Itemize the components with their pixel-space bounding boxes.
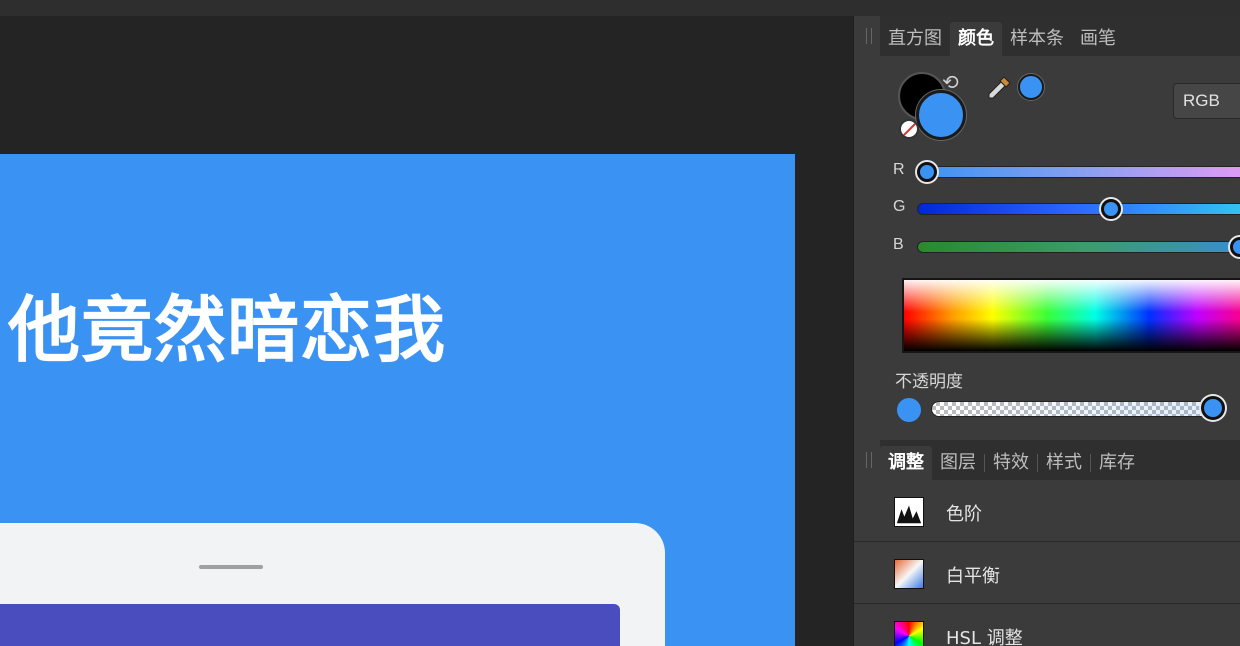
color-panel-tabbar: 直方图 颜色 样本条 画笔 xyxy=(880,16,1240,56)
adjustment-label: 色阶 xyxy=(946,504,982,525)
color-mode-select[interactable]: RGB xyxy=(1173,83,1240,119)
picked-color-swatch[interactable] xyxy=(1018,74,1044,100)
opacity-slider-track[interactable] xyxy=(931,401,1215,417)
title-strip xyxy=(0,0,1240,16)
green-slider-track[interactable] xyxy=(917,203,1240,215)
tab-adjustments[interactable]: 调整 xyxy=(880,446,932,480)
color-panel: ⟲ RGB R G B 不透明度 xyxy=(854,56,1240,440)
tab-styles[interactable]: 样式 xyxy=(1038,446,1090,480)
tab-layers[interactable]: 图层 xyxy=(932,446,984,480)
eyedropper-icon[interactable] xyxy=(984,73,1014,103)
artboard[interactable]: 他竟然暗恋我 xyxy=(0,154,795,646)
color-spectrum[interactable] xyxy=(902,278,1240,353)
red-slider-thumb[interactable] xyxy=(917,162,938,182)
canvas-area[interactable]: 他竟然暗恋我 xyxy=(0,16,853,646)
adjustments-panel: 调整 图层 特效 样式 库存 色阶 白平衡 HSL 调整 xyxy=(854,440,1240,646)
tab-histogram[interactable]: 直方图 xyxy=(880,22,950,56)
green-slider-row: G xyxy=(854,196,1240,222)
tab-stock[interactable]: 库存 xyxy=(1091,446,1143,480)
phone-card[interactable] xyxy=(0,523,665,646)
tab-brushes[interactable]: 画笔 xyxy=(1072,22,1124,56)
adjustment-label: 白平衡 xyxy=(946,566,1000,587)
headline-text[interactable]: 他竟然暗恋我 xyxy=(8,294,446,366)
red-slider-row: R xyxy=(854,159,1240,185)
hsl-icon xyxy=(894,621,924,646)
adjustment-item-hsl[interactable]: HSL 调整 xyxy=(854,605,1240,646)
opacity-color-swatch xyxy=(897,398,921,422)
phone-handle xyxy=(199,565,263,569)
adjustment-item-white-balance[interactable]: 白平衡 xyxy=(854,543,1240,604)
adjustment-item-levels[interactable]: 色阶 xyxy=(854,481,1240,542)
panel-grip-handle[interactable] xyxy=(866,452,872,468)
tab-effects[interactable]: 特效 xyxy=(985,446,1037,480)
fill-color-swatch[interactable] xyxy=(916,90,966,140)
opacity-label: 不透明度 xyxy=(895,372,963,392)
red-slider-label: R xyxy=(893,161,905,178)
levels-icon xyxy=(894,497,924,527)
no-color-icon[interactable] xyxy=(899,119,919,139)
tab-color[interactable]: 颜色 xyxy=(950,22,1002,56)
swap-colors-icon[interactable]: ⟲ xyxy=(942,73,959,93)
red-slider-track[interactable] xyxy=(917,166,1240,178)
opacity-slider-thumb[interactable] xyxy=(1201,396,1225,420)
blue-slider-row: B xyxy=(854,234,1240,260)
blue-slider-track[interactable] xyxy=(917,241,1240,253)
white-balance-icon xyxy=(894,559,924,589)
tab-swatches[interactable]: 样本条 xyxy=(1002,22,1072,56)
blue-slider-label: B xyxy=(893,236,904,253)
right-panel: 直方图 颜色 样本条 画笔 ⟲ RGB R G B 不透明度 调整 图层 特效 … xyxy=(853,16,1240,646)
blue-slider-thumb[interactable] xyxy=(1230,237,1240,257)
green-slider-thumb[interactable] xyxy=(1100,199,1121,219)
adjustments-tabbar: 调整 图层 特效 样式 库存 xyxy=(880,440,1240,480)
panel-grip-handle[interactable] xyxy=(866,28,872,44)
phone-color-bar[interactable] xyxy=(0,604,620,646)
adjustment-label: HSL 调整 xyxy=(946,628,1023,646)
green-slider-label: G xyxy=(893,198,906,215)
